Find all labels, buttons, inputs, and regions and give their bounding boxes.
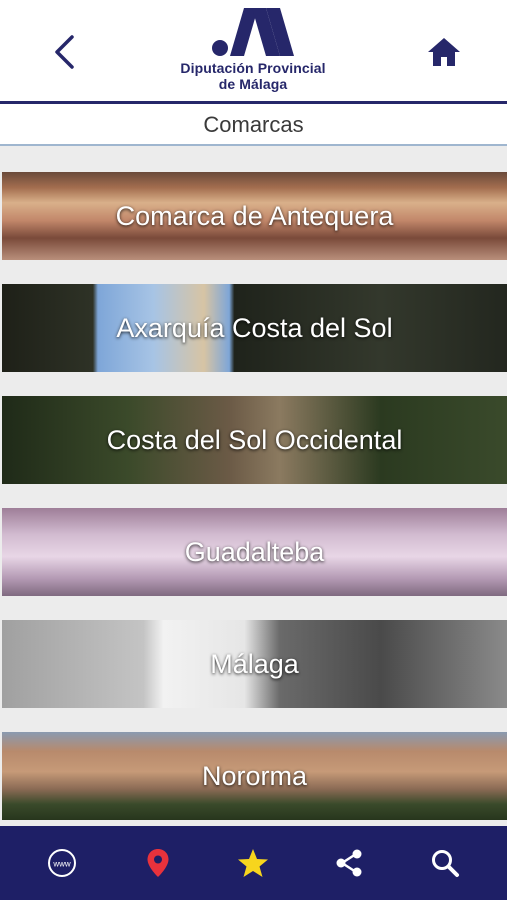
tab-favorites[interactable] xyxy=(225,835,281,891)
tab-map[interactable] xyxy=(130,835,186,891)
map-pin-icon xyxy=(147,849,169,877)
comarcas-list: Comarca de Antequera Axarquía Costa del … xyxy=(0,146,507,826)
comarca-card-guadalteba[interactable]: Guadalteba xyxy=(2,508,507,596)
back-button[interactable] xyxy=(46,32,82,72)
section-title-bar: Comarcas xyxy=(0,104,507,146)
comarca-label: Costa del Sol Occidental xyxy=(106,424,403,455)
tab-share[interactable] xyxy=(321,835,377,891)
comarca-card-costa-del-sol-occidental[interactable]: Costa del Sol Occidental xyxy=(2,396,507,484)
comarca-label: Málaga xyxy=(210,648,299,679)
logo-mark-icon xyxy=(212,8,294,56)
logo-line-1: Diputación Provincial xyxy=(180,60,326,76)
star-icon xyxy=(238,849,269,877)
diputacion-logo: Diputación Provincial de Málaga xyxy=(170,4,336,96)
comarca-label: Guadalteba xyxy=(184,536,325,567)
app-header: Diputación Provincial de Málaga xyxy=(0,0,507,104)
www-globe-icon: www xyxy=(47,849,76,877)
bottom-tab-bar: www xyxy=(0,826,507,900)
tab-search[interactable] xyxy=(417,835,473,891)
comarca-label: Axarquía Costa del Sol xyxy=(116,312,393,343)
home-icon xyxy=(428,38,460,66)
comarca-card-nororma[interactable]: Nororma xyxy=(2,732,507,820)
comarca-card-antequera[interactable]: Comarca de Antequera xyxy=(2,172,507,260)
comarca-card-malaga[interactable]: Málaga xyxy=(2,620,507,708)
tab-website[interactable]: www xyxy=(34,835,90,891)
comarca-label: Nororma xyxy=(201,760,308,791)
comarca-card-axarquia[interactable]: Axarquía Costa del Sol xyxy=(2,284,507,372)
chevron-left-icon xyxy=(55,35,74,69)
share-icon xyxy=(336,849,362,877)
svg-text:www: www xyxy=(52,860,71,869)
home-button[interactable] xyxy=(422,32,466,72)
logo-line-2: de Málaga xyxy=(218,76,288,92)
comarca-label: Comarca de Antequera xyxy=(115,200,394,231)
page-title: Comarcas xyxy=(203,112,304,137)
search-icon xyxy=(432,850,460,877)
